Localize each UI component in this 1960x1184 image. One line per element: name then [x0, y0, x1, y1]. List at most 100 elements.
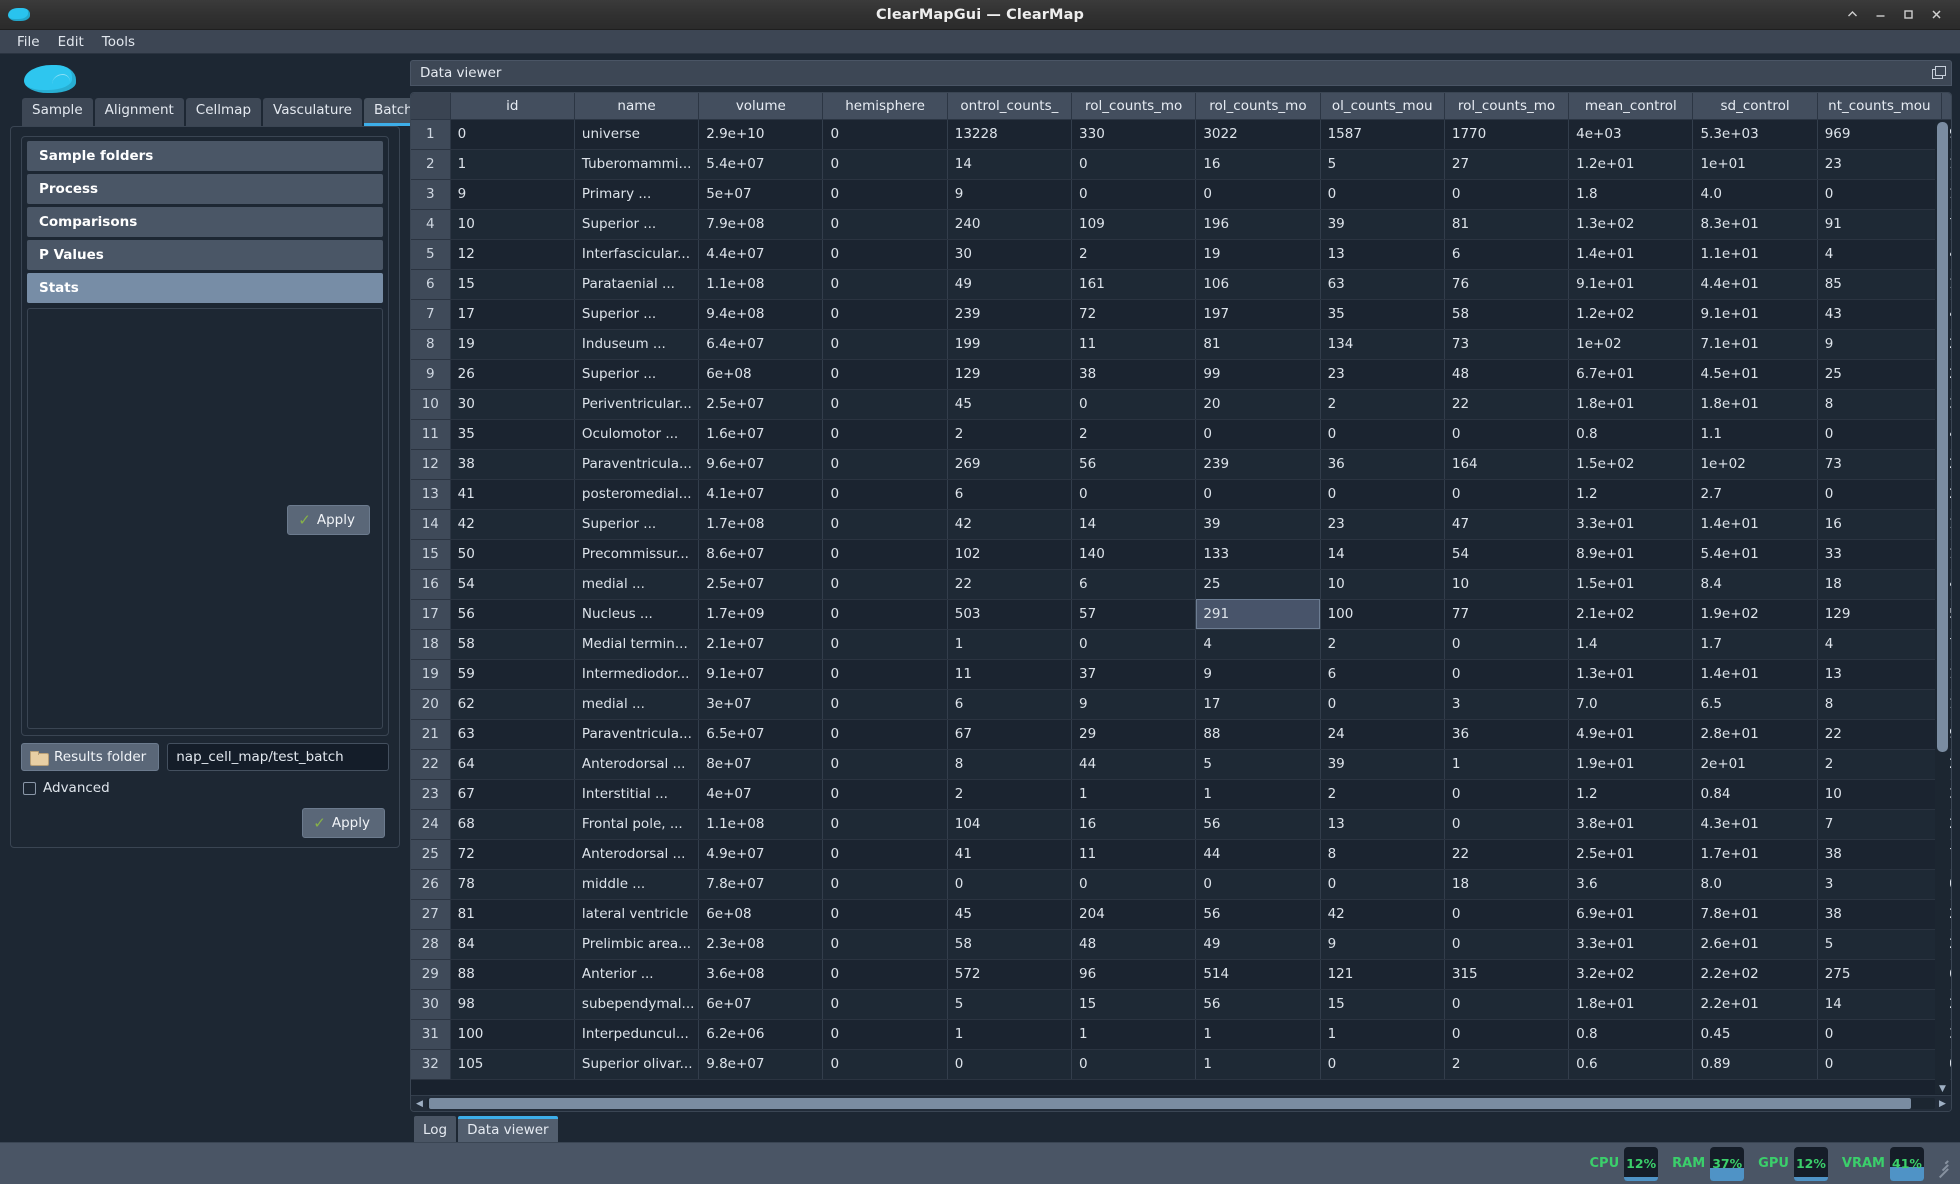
table-cell[interactable]: 7.1e+01 — [1692, 329, 1818, 360]
table-cell[interactable]: 0 — [1817, 479, 1943, 510]
table-cell[interactable]: 81 — [1444, 209, 1570, 240]
row-header[interactable]: 30 — [411, 989, 451, 1020]
table-horizontal-scrollbar[interactable]: ◀ ▶ — [411, 1095, 1951, 1111]
table-cell[interactable]: 2.2e+02 — [1692, 959, 1818, 990]
table-cell[interactable]: 315 — [1444, 959, 1570, 990]
table-cell[interactable]: 4 — [1817, 629, 1943, 660]
table-row[interactable]: 23 67 Interstitial ... 4e+07 0 2 1 1 2 0 1.2 0.84 10… — [411, 779, 1951, 810]
table-cell[interactable]: 15 — [450, 269, 575, 300]
table-cell[interactable]: 0 — [822, 659, 948, 690]
table-cell[interactable]: 6.5e+07 — [698, 719, 824, 750]
table-cell[interactable]: 2.1e+02 — [1568, 599, 1694, 630]
table-cell[interactable]: 98 — [450, 989, 575, 1020]
table-cell[interactable]: 1 — [1071, 779, 1197, 810]
table-cell[interactable]: Interpeduncul... — [574, 1019, 700, 1050]
row-header[interactable]: 29 — [411, 959, 451, 990]
table-cell[interactable]: 17 — [1195, 689, 1321, 720]
table-cell[interactable]: 1 — [1071, 1019, 1197, 1050]
row-header[interactable]: 15 — [411, 539, 451, 570]
table-cell[interactable]: 0 — [1071, 629, 1197, 660]
table-cell[interactable]: 72 — [450, 839, 575, 870]
section-sample-folders[interactable]: Sample folders — [27, 141, 383, 171]
table-cell[interactable]: 0 — [1320, 689, 1445, 720]
table-row[interactable]: 7 17 Superior ... 9.4e+08 0 239 72 197 35 58 1.2e+… — [411, 299, 1951, 330]
table-cell[interactable]: 8.4 — [1692, 569, 1818, 600]
row-header[interactable]: 2 — [411, 149, 451, 180]
horizontal-scrollbar-track[interactable] — [427, 1098, 1935, 1109]
table-cell[interactable]: 1 — [450, 149, 575, 180]
table-row[interactable]: 15 50 Precommissur... 8.6e+07 0 102 140 133 14 54… — [411, 539, 1951, 570]
table-row[interactable]: 29 88 Anterior ... 3.6e+08 0 572 96 514 121 315 3.… — [411, 959, 1951, 990]
table-cell[interactable]: 0 — [822, 809, 948, 840]
row-header[interactable]: 31 — [411, 1019, 451, 1050]
table-cell[interactable]: 84 — [450, 929, 575, 960]
table-cell[interactable]: 2 — [1320, 779, 1445, 810]
table-cell[interactable]: 121 — [1320, 959, 1445, 990]
table-cell[interactable]: 0 — [1071, 389, 1197, 420]
table-cell[interactable]: 45 — [947, 899, 1073, 930]
table-cell[interactable]: 56 — [1071, 449, 1197, 480]
shade-window-button[interactable] — [1838, 0, 1866, 30]
table-cell[interactable]: 9.8e+07 — [698, 1049, 824, 1080]
table-cell[interactable]: 0 — [822, 299, 948, 330]
table-cell[interactable]: 13228 — [947, 119, 1073, 150]
table-cell[interactable]: 0 — [1195, 479, 1321, 510]
table-cell[interactable]: 9 — [450, 179, 575, 210]
column-header-control-counts-2[interactable]: rol_counts_mo — [1071, 93, 1197, 120]
table-cell[interactable]: 133 — [1195, 539, 1321, 570]
table-cell[interactable]: Anterodorsal ... — [574, 839, 700, 870]
table-cell[interactable]: 4.0 — [1692, 179, 1818, 210]
table-cell[interactable]: 0 — [1817, 179, 1943, 210]
table-cell[interactable]: Anterodorsal ... — [574, 749, 700, 780]
table-cell[interactable]: 1.4e+01 — [1568, 239, 1694, 270]
table-cell[interactable]: 10 — [1444, 569, 1570, 600]
table-cell[interactable]: 14 — [1817, 989, 1943, 1020]
table-cell[interactable]: 3e+07 — [698, 689, 824, 720]
table-cell[interactable]: 109 — [1071, 209, 1197, 240]
table-cell[interactable]: 81 — [450, 899, 575, 930]
table-cell[interactable]: 13 — [1320, 239, 1445, 270]
maximize-window-button[interactable] — [1894, 0, 1922, 30]
table-cell[interactable]: 0 — [947, 1049, 1073, 1080]
tab-alignment[interactable]: Alignment — [94, 98, 184, 126]
table-cell[interactable]: 0 — [822, 1049, 948, 1080]
table-row[interactable]: 25 72 Anterodorsal ... 4.9e+07 0 41 11 44 8 22 2.5… — [411, 839, 1951, 870]
minimize-window-button[interactable] — [1866, 0, 1894, 30]
menu-edit[interactable]: Edit — [49, 32, 93, 52]
table-cell[interactable]: Induseum ... — [574, 329, 700, 360]
table-cell[interactable]: 1 — [1195, 1019, 1321, 1050]
table-cell[interactable]: 0 — [822, 749, 948, 780]
table-cell[interactable]: 514 — [1195, 959, 1321, 990]
row-header[interactable]: 20 — [411, 689, 451, 720]
table-cell[interactable]: 14 — [1320, 539, 1445, 570]
table-cell[interactable]: 54 — [450, 569, 575, 600]
table-cell[interactable]: 44 — [1071, 749, 1197, 780]
table-cell[interactable]: 22 — [1444, 839, 1570, 870]
batch-apply-button[interactable]: ✓ Apply — [302, 808, 385, 838]
table-cell[interactable]: 1 — [947, 629, 1073, 660]
table-cell[interactable]: 503 — [947, 599, 1073, 630]
table-cell[interactable]: 76 — [1444, 269, 1570, 300]
table-cell[interactable]: 0 — [822, 599, 948, 630]
table-cell[interactable]: 81 — [1195, 329, 1321, 360]
table-cell[interactable]: 100 — [450, 1019, 575, 1050]
row-header[interactable]: 19 — [411, 659, 451, 690]
table-cell[interactable]: 0 — [1195, 869, 1321, 900]
table-cell[interactable]: 275 — [1817, 959, 1943, 990]
table-cell[interactable]: 1.8e+01 — [1568, 989, 1694, 1020]
table-cell[interactable]: Oculomotor ... — [574, 419, 700, 450]
row-header[interactable]: 11 — [411, 419, 451, 450]
table-cell[interactable]: 1 — [1320, 1019, 1445, 1050]
table-cell[interactable]: 59 — [450, 659, 575, 690]
table-cell[interactable]: 4.4e+07 — [698, 239, 824, 270]
table-cell[interactable]: 1.8 — [1568, 179, 1694, 210]
table-cell[interactable]: 269 — [947, 449, 1073, 480]
row-header[interactable]: 23 — [411, 779, 451, 810]
table-cell[interactable]: 18 — [1444, 869, 1570, 900]
table-cell[interactable]: 3.6 — [1568, 869, 1694, 900]
table-cell[interactable]: 16 — [1817, 509, 1943, 540]
table-cell[interactable]: 9.1e+01 — [1692, 299, 1818, 330]
table-cell[interactable]: 23 — [1320, 359, 1445, 390]
table-cell[interactable]: 68 — [450, 809, 575, 840]
table-cell[interactable]: Paraventricula... — [574, 719, 700, 750]
